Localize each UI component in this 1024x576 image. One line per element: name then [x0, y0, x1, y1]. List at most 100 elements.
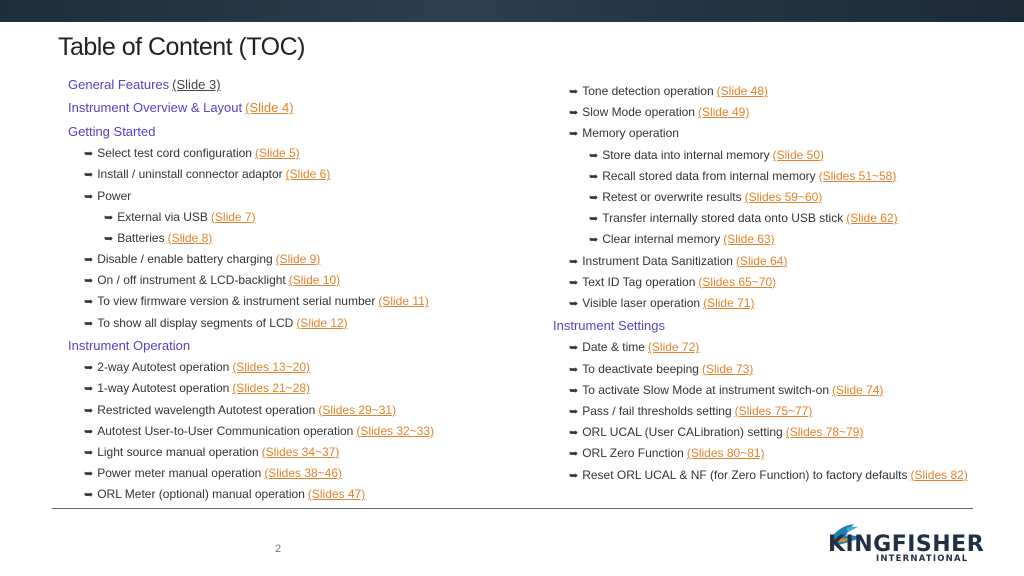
bullet-arrow-icon: ➥ [104, 211, 114, 224]
bullet-arrow-icon: ➥ [84, 254, 94, 267]
page-title: Table of Content (TOC) [58, 33, 305, 61]
slide-link[interactable]: (Slide 63) [723, 232, 774, 246]
slide-link[interactable]: (Slide 4) [245, 100, 293, 115]
slide-link[interactable]: (Slides 34~37) [262, 445, 340, 459]
footer-divider [52, 508, 973, 509]
toc-entry: ➥ ORL UCAL (User CALibration) setting (Sli… [553, 422, 968, 443]
toc-entry-label: Power [97, 188, 132, 203]
slide-link[interactable]: (Slide 6) [286, 167, 331, 181]
slide-link[interactable]: (Slide 71) [703, 296, 754, 310]
toc-entry: ➥ ORL Meter (optional) manual operation (S… [68, 484, 434, 505]
toc-entry-label: Getting Started [68, 123, 156, 139]
slide-link[interactable]: (Slides 65~70) [698, 275, 776, 289]
toc-entry-label: Select test cord configuration [97, 146, 252, 161]
bullet-arrow-icon: ➥ [569, 297, 579, 310]
slide-link[interactable]: (Slide 8) [168, 231, 213, 245]
toc-entry: ➥ Clear internal memory (Slide 63) [553, 229, 968, 250]
toc-entry-label: Slow Mode operation [582, 105, 695, 120]
slide-link[interactable]: (Slide 3) [172, 77, 220, 92]
bullet-arrow-icon: ➥ [589, 234, 599, 247]
slide-link[interactable]: (Slide 12) [296, 316, 347, 330]
slide-link[interactable]: (Slides 21~28) [232, 381, 310, 395]
toc-entry-label: Tone detection operation [582, 84, 714, 98]
toc-entry: ➥ Restricted wavelength Autotest operatio… [68, 400, 434, 421]
toc-entry: ➥ Reset ORL UCAL & NF (for Zero Function)… [553, 465, 968, 486]
toc-entry: ➥ ORL Zero Function (Slides 80~81) [553, 443, 968, 464]
slide-link[interactable]: (Slides 75~77) [735, 404, 813, 418]
toc-entry: ➥ Memory operation [553, 123, 968, 144]
slide-link[interactable]: (Slide 11) [378, 294, 428, 308]
toc-entry: ➥ To view firmware version & instrument s… [68, 291, 434, 312]
slide-link[interactable]: (Slides 80~81) [687, 446, 765, 460]
bullet-arrow-icon: ➥ [84, 383, 94, 396]
toc-entry-label: To activate Slow Mode at instrument swit… [582, 382, 829, 397]
toc-entry: ➥ Text ID Tag operation (Slides 65~70) [553, 272, 968, 293]
slide-link[interactable]: (Slides 13~20) [232, 360, 310, 374]
bullet-arrow-icon: ➥ [84, 317, 94, 330]
bullet-arrow-icon: ➥ [569, 128, 579, 141]
slide-link[interactable]: (Slide 48) [717, 84, 768, 98]
toc-entry: ➥ 1-way Autotest operation (Slides 21~28) [68, 378, 434, 399]
toc-entry-label: Retest or overwrite results [602, 189, 742, 204]
toc-entry: ➥ Visible laser operation (Slide 71) [553, 293, 968, 314]
bullet-arrow-icon: ➥ [84, 447, 94, 459]
toc-entry-label: To view firmware version & instrument se… [97, 294, 376, 309]
toc-entry-label: Pass / fail thresholds setting [582, 404, 732, 419]
bullet-arrow-icon: ➥ [589, 149, 599, 162]
toc-entry-label: Light source manual operation [97, 445, 259, 459]
slide-link[interactable]: (Slide 72) [648, 340, 699, 354]
bullet-arrow-icon: ➥ [569, 86, 579, 98]
slide-link[interactable]: (Slides 59~60) [745, 190, 823, 204]
toc-entry: ➥ Slow Mode operation (Slide 49) [553, 102, 968, 123]
bullet-arrow-icon: ➥ [569, 363, 579, 376]
toc-entry-label: Instrument Operation [68, 337, 191, 353]
slide-link[interactable]: (Slides 32~33) [356, 424, 434, 438]
bullet-arrow-icon: ➥ [569, 448, 579, 461]
toc-entry: ➥ Light source manual operation (Slides 34… [68, 442, 434, 463]
slide-link[interactable]: (Slide 5) [255, 146, 300, 160]
slide-link[interactable]: (Slide 49) [698, 105, 749, 119]
toc-section-heading: Instrument Settings [553, 314, 968, 337]
toc-entry: ➥ Batteries (Slide 8) [68, 228, 434, 249]
toc-entry-label: On / off instrument & LCD-backlight [97, 273, 286, 288]
slide-link[interactable]: (Slide 7) [211, 210, 256, 224]
toc-entry-label: Autotest User-to-User Communication oper… [97, 423, 354, 438]
toc-entry: ➥ Instrument Data Sanitization (Slide 64) [553, 251, 968, 272]
header-banner [0, 0, 1024, 22]
slide-link[interactable]: (Slide 50) [773, 148, 824, 162]
toc-entry-label: External via USB [117, 209, 208, 224]
toc-entry: ➥ Autotest User-to-User Communication ope… [68, 421, 434, 442]
toc-entry: ➥ Power meter manual operation (Slides 38~… [68, 463, 434, 484]
toc-entry: ➥ Install / uninstall connector adaptor (S… [68, 164, 434, 185]
toc-entry: ➥ Tone detection operation (Slide 48) [553, 81, 968, 102]
toc-entry-label: Visible laser operation [582, 295, 701, 310]
slide-link[interactable]: (Slide 10) [289, 273, 340, 287]
slide-link[interactable]: (Slide 64) [736, 254, 787, 268]
toc-entry-label: Instrument Data Sanitization [582, 253, 733, 268]
bullet-arrow-icon: ➥ [589, 170, 599, 183]
toc-entry-label: Instrument Settings [553, 318, 665, 334]
slide-link[interactable]: (Slides 47) [308, 487, 365, 501]
slide-link[interactable]: (Slides 29~31) [318, 403, 396, 417]
toc-section-heading: Instrument Operation [68, 334, 434, 357]
bullet-arrow-icon: ➥ [84, 362, 94, 375]
slide-link[interactable]: (Slides 82) [910, 468, 967, 482]
slide-link[interactable]: (Slide 62) [846, 211, 897, 225]
toc-entry: ➥ Retest or overwrite results (Slides 59~6… [553, 187, 968, 208]
toc-entry: ➥ Date & time (Slide 72) [553, 337, 968, 358]
slide-link[interactable]: (Slide 74) [832, 383, 883, 397]
toc-entry-label: Clear internal memory [602, 232, 721, 247]
bullet-arrow-icon: ➥ [84, 169, 94, 182]
toc-entry: ➥ Recall stored data from internal memory… [553, 166, 968, 187]
toc-entry: ➥ On / off instrument & LCD-backlight (Sli… [68, 270, 434, 291]
toc-entry-label: ORL UCAL (User CALibration) setting [582, 425, 783, 440]
bullet-arrow-icon: ➥ [84, 148, 94, 161]
slide-link[interactable]: (Slides 38~46) [264, 466, 342, 480]
slide-link[interactable]: (Slides 51~58) [819, 169, 897, 183]
slide-link[interactable]: (Slide 73) [702, 362, 753, 376]
slide-link[interactable]: (Slide 9) [276, 252, 321, 266]
toc-entry: ➥ To activate Slow Mode at instrument swi… [553, 380, 968, 401]
bullet-arrow-icon: ➥ [569, 469, 579, 482]
toc-entry-label: General Features [68, 77, 170, 92]
slide-link[interactable]: (Slides 78~79) [786, 425, 864, 439]
